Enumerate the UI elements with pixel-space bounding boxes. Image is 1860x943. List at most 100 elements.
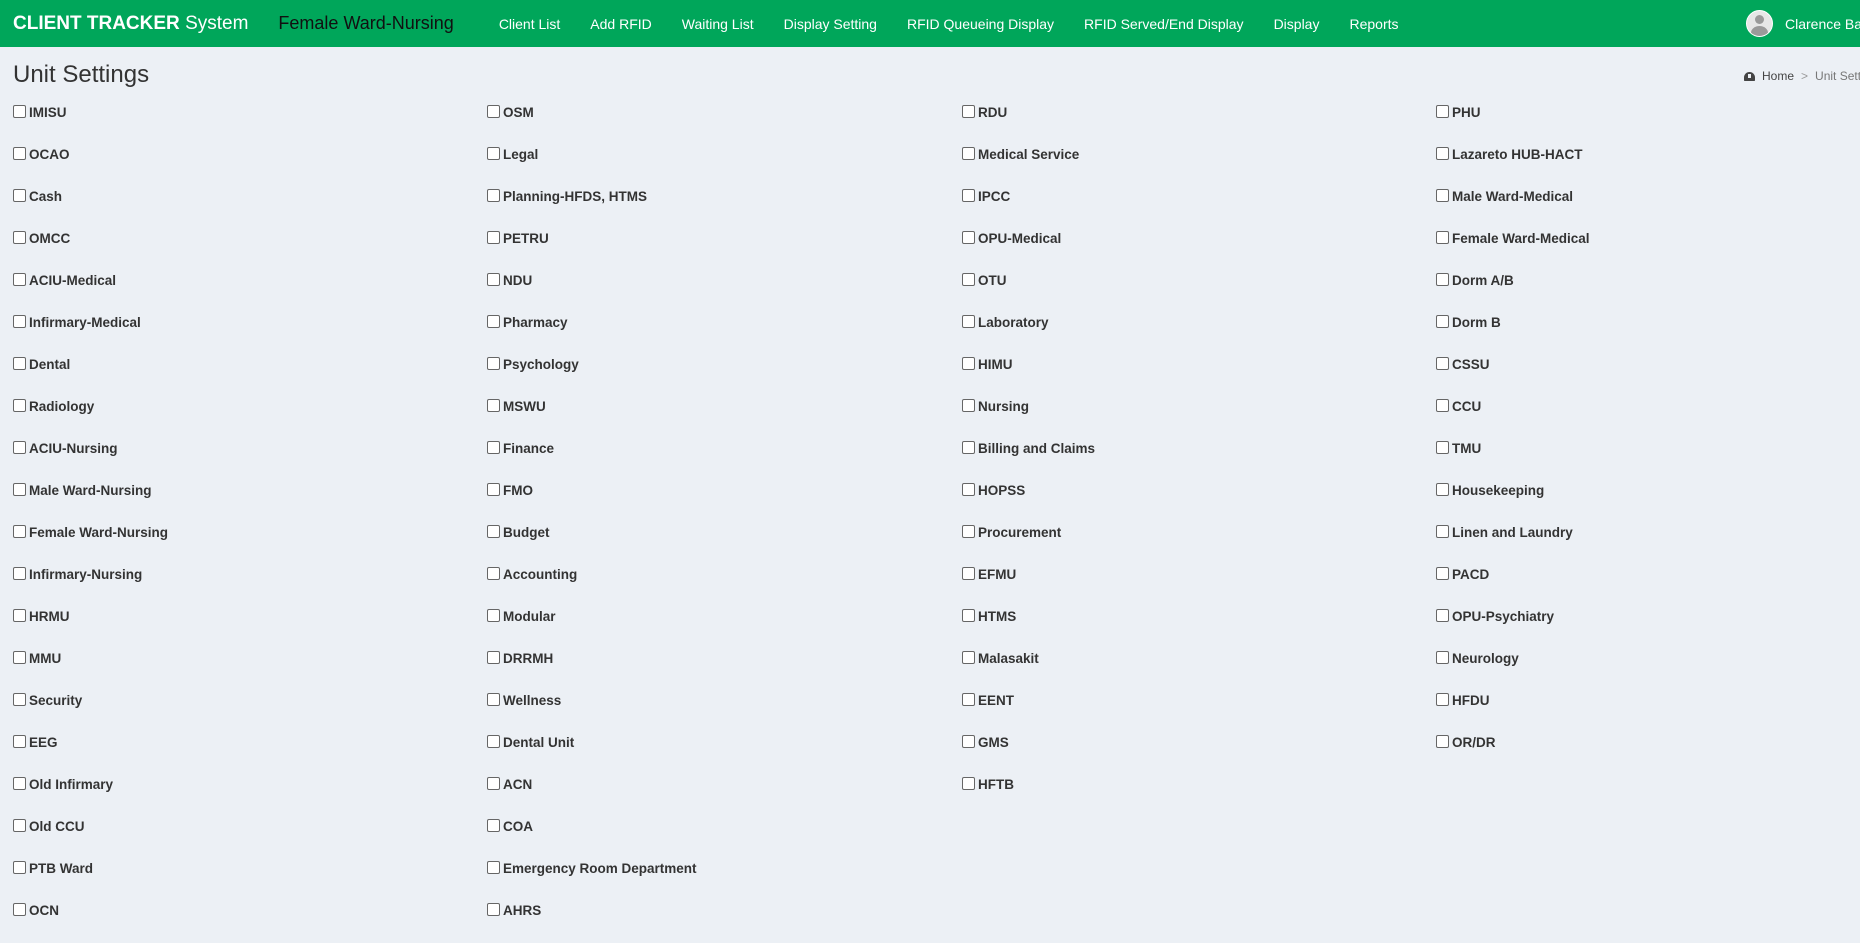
breadcrumb-home[interactable]: Home [1762,69,1794,83]
unit-checkbox[interactable] [487,567,500,580]
unit-option[interactable]: EENT [962,691,1432,733]
unit-checkbox[interactable] [487,903,500,916]
unit-option[interactable]: RDU [962,103,1432,145]
unit-checkbox[interactable] [13,567,26,580]
unit-option[interactable]: ACIU-Medical [13,271,483,313]
unit-checkbox[interactable] [13,693,26,706]
unit-checkbox[interactable] [487,483,500,496]
unit-checkbox[interactable] [487,693,500,706]
unit-checkbox[interactable] [962,357,975,370]
unit-checkbox[interactable] [1436,105,1449,118]
unit-option[interactable]: Old Infirmary [13,775,483,817]
unit-checkbox[interactable] [962,273,975,286]
unit-option[interactable]: HFDU [1436,691,1860,733]
unit-option[interactable]: Laboratory [962,313,1432,355]
unit-checkbox[interactable] [1436,651,1449,664]
unit-checkbox[interactable] [487,777,500,790]
unit-checkbox[interactable] [487,231,500,244]
unit-checkbox[interactable] [13,147,26,160]
unit-option[interactable]: Psychology [487,355,957,397]
unit-option[interactable]: HRMU [13,607,483,649]
unit-option[interactable]: Dental [13,355,483,397]
unit-checkbox[interactable] [1436,273,1449,286]
unit-checkbox[interactable] [487,819,500,832]
unit-checkbox[interactable] [1436,483,1449,496]
unit-checkbox[interactable] [487,609,500,622]
unit-checkbox[interactable] [962,399,975,412]
unit-checkbox[interactable] [962,441,975,454]
unit-option[interactable]: Medical Service [962,145,1432,187]
unit-option[interactable]: HOPSS [962,481,1432,523]
unit-checkbox[interactable] [13,357,26,370]
unit-checkbox[interactable] [962,693,975,706]
unit-checkbox[interactable] [13,735,26,748]
unit-option[interactable]: Old CCU [13,817,483,859]
unit-checkbox[interactable] [487,525,500,538]
unit-option[interactable]: Budget [487,523,957,565]
unit-option[interactable]: Modular [487,607,957,649]
unit-option[interactable]: ACIU-Nursing [13,439,483,481]
unit-option[interactable]: NDU [487,271,957,313]
unit-checkbox[interactable] [13,105,26,118]
unit-checkbox[interactable] [487,189,500,202]
unit-option[interactable]: IPCC [962,187,1432,229]
unit-option[interactable]: OPU-Psychiatry [1436,607,1860,649]
unit-checkbox[interactable] [962,735,975,748]
unit-option[interactable]: FMO [487,481,957,523]
unit-checkbox[interactable] [962,609,975,622]
unit-checkbox[interactable] [1436,147,1449,160]
unit-option[interactable]: DRRMH [487,649,957,691]
unit-option[interactable]: IMISU [13,103,483,145]
user-menu[interactable]: Clarence Balu [1746,0,1860,47]
unit-option[interactable]: PHU [1436,103,1860,145]
unit-checkbox[interactable] [13,441,26,454]
unit-checkbox[interactable] [1436,441,1449,454]
unit-checkbox[interactable] [962,525,975,538]
unit-checkbox[interactable] [487,735,500,748]
unit-option[interactable]: PACD [1436,565,1860,607]
unit-option[interactable]: CSSU [1436,355,1860,397]
unit-option[interactable]: Malasakit [962,649,1432,691]
unit-checkbox[interactable] [13,189,26,202]
unit-checkbox[interactable] [962,567,975,580]
unit-option[interactable]: Lazareto HUB-HACT [1436,145,1860,187]
unit-option[interactable]: OCAO [13,145,483,187]
unit-option[interactable]: OTU [962,271,1432,313]
unit-checkbox[interactable] [962,147,975,160]
unit-option[interactable]: EEG [13,733,483,775]
nav-display-setting[interactable]: Display Setting [769,16,892,32]
unit-option[interactable]: GMS [962,733,1432,775]
unit-checkbox[interactable] [962,777,975,790]
unit-checkbox[interactable] [13,315,26,328]
unit-checkbox[interactable] [1436,315,1449,328]
unit-option[interactable]: Dental Unit [487,733,957,775]
unit-option[interactable]: OMCC [13,229,483,271]
unit-checkbox[interactable] [962,315,975,328]
unit-option[interactable]: Accounting [487,565,957,607]
unit-option[interactable]: Security [13,691,483,733]
nav-waiting-list[interactable]: Waiting List [667,16,769,32]
unit-option[interactable]: PETRU [487,229,957,271]
unit-option[interactable]: Nursing [962,397,1432,439]
unit-option[interactable]: Procurement [962,523,1432,565]
unit-option[interactable]: Female Ward-Nursing [13,523,483,565]
nav-rfid-served-end-display[interactable]: RFID Served/End Display [1069,16,1259,32]
unit-option[interactable]: Dorm A/B [1436,271,1860,313]
unit-checkbox[interactable] [487,315,500,328]
unit-option[interactable]: Legal [487,145,957,187]
unit-option[interactable]: CCU [1436,397,1860,439]
unit-checkbox[interactable] [1436,735,1449,748]
unit-checkbox[interactable] [962,189,975,202]
unit-option[interactable]: ACN [487,775,957,817]
unit-option[interactable]: HFTB [962,775,1432,817]
unit-option[interactable]: Cash [13,187,483,229]
unit-option[interactable]: TMU [1436,439,1860,481]
unit-option[interactable]: Billing and Claims [962,439,1432,481]
unit-checkbox[interactable] [487,399,500,412]
nav-client-list[interactable]: Client List [484,16,575,32]
unit-checkbox[interactable] [13,819,26,832]
unit-checkbox[interactable] [487,273,500,286]
unit-option[interactable]: OSM [487,103,957,145]
unit-option[interactable]: PTB Ward [13,859,483,901]
unit-checkbox[interactable] [487,651,500,664]
